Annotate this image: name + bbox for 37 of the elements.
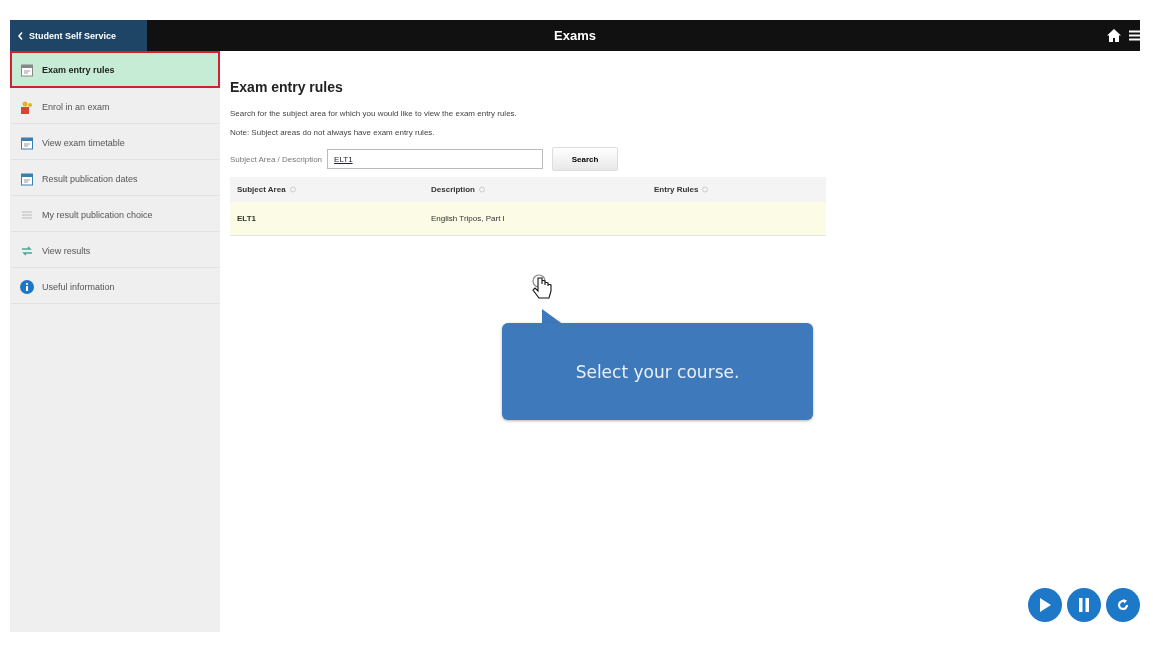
column-header[interactable]: Subject Area: [237, 185, 286, 194]
pause-button[interactable]: [1067, 588, 1101, 622]
column-header[interactable]: Description: [431, 185, 475, 194]
replay-icon: [1115, 597, 1131, 613]
menu-icon[interactable]: [1129, 30, 1140, 41]
column-header[interactable]: Entry Rules: [654, 185, 699, 194]
search-button[interactable]: Search: [552, 147, 619, 171]
timetable-icon: [20, 135, 34, 150]
arrows-icon: [20, 243, 34, 258]
section-heading: Exam entry rules: [230, 79, 344, 95]
table-cell: ELT1: [237, 214, 256, 223]
table-row[interactable]: ELT1 English Tripos, Part I: [230, 202, 826, 236]
intro-text: Search for the subject area for which you would like to view the exam entry rules.: [230, 109, 518, 118]
callout-text: Select your course.: [575, 361, 740, 382]
play-icon: [1038, 597, 1052, 613]
sidebar-item[interactable]: Enrol in an exam: [10, 88, 220, 124]
calendar-icon: [20, 171, 34, 186]
info-icon: [20, 279, 34, 294]
pause-icon: [1078, 597, 1090, 613]
back-button[interactable]: Student Self Service: [10, 20, 147, 51]
sidebar-item[interactable]: Useful information: [10, 268, 220, 304]
note-text: Note: Subject areas do not always have exam entry rules.: [230, 128, 436, 137]
sidebar-item[interactable]: View results: [10, 232, 220, 268]
field-label: Subject Area / Description: [230, 154, 323, 164]
play-button[interactable]: [1028, 588, 1062, 622]
home-icon[interactable]: [1107, 29, 1121, 42]
document-icon: [20, 62, 34, 77]
sidebar-item[interactable]: Result publication dates: [10, 160, 220, 196]
sidebar-item[interactable]: View exam timetable: [10, 124, 220, 160]
replay-button[interactable]: [1106, 588, 1140, 622]
sidebar-item[interactable]: My result publication choice: [10, 196, 220, 232]
search-field[interactable]: ELT1: [327, 149, 544, 169]
page-title: Exams: [554, 28, 596, 43]
chevron-left-icon: [18, 31, 23, 40]
table-cell: English Tripos, Part I: [431, 214, 505, 223]
people-icon: [20, 99, 34, 114]
sidebar-item[interactable]: Exam entry rules: [10, 51, 220, 88]
